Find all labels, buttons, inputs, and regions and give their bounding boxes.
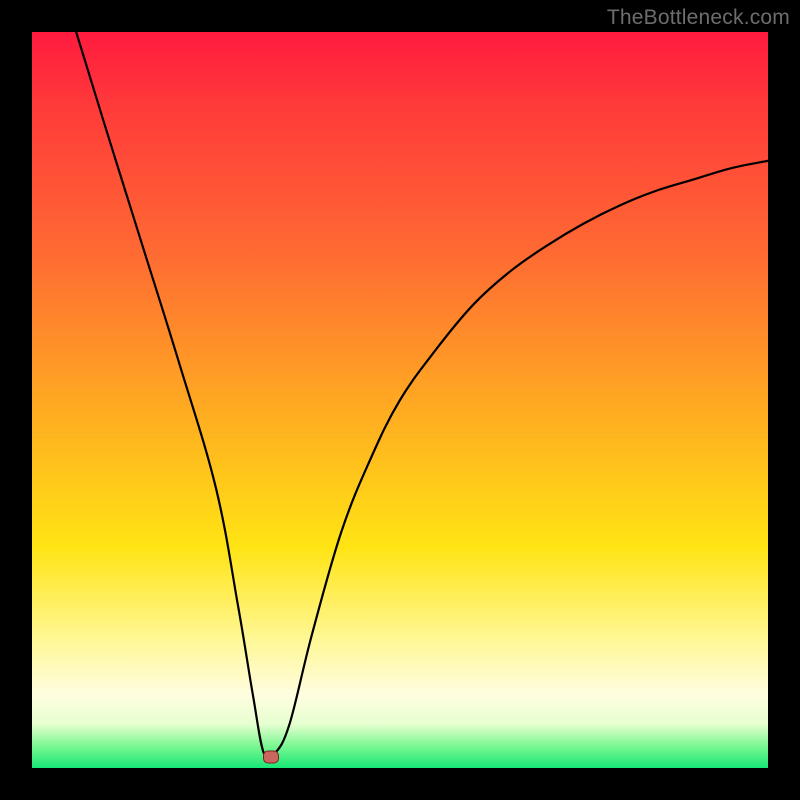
bottleneck-curve bbox=[32, 32, 768, 768]
plot-area bbox=[32, 32, 768, 768]
chart-frame: TheBottleneck.com bbox=[0, 0, 800, 800]
watermark-text: TheBottleneck.com bbox=[607, 6, 790, 30]
minimum-marker bbox=[263, 750, 279, 763]
